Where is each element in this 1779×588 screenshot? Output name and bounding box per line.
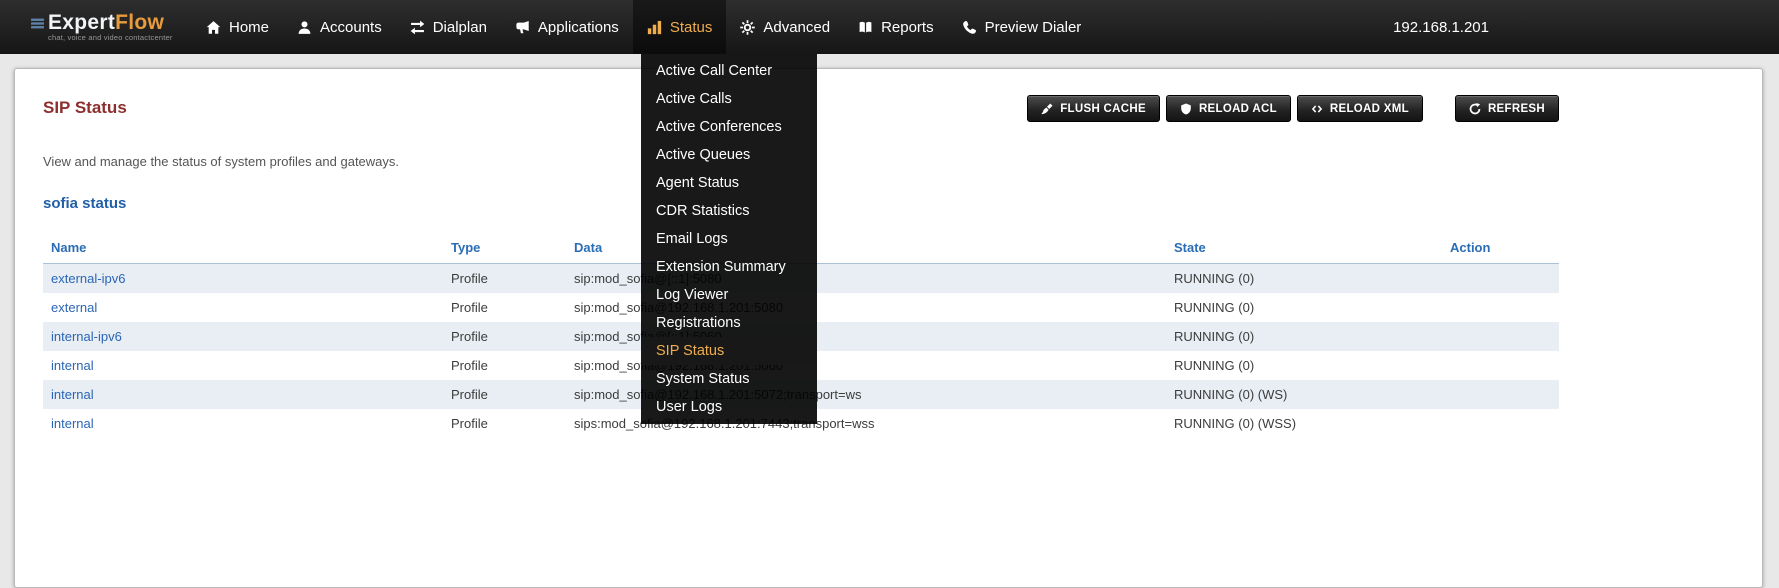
main-menu: Home Accounts Dialplan Applications Stat…	[192, 0, 1095, 54]
menu-item-registrations[interactable]: Registrations	[641, 309, 817, 337]
column-header-state: State	[1166, 232, 1442, 264]
nav-item-label: Status	[670, 19, 713, 36]
nav-item-reports[interactable]: Reports	[844, 0, 948, 54]
refresh-icon	[1469, 103, 1481, 115]
nav-item-label: Reports	[881, 19, 934, 36]
refresh-button[interactable]: REFRESH	[1455, 95, 1559, 122]
page-description: View and manage the status of system pro…	[43, 154, 1734, 169]
page-title: SIP Status	[43, 98, 127, 118]
column-header-name: Name	[43, 232, 443, 264]
reload-acl-button[interactable]: RELOAD ACL	[1166, 95, 1291, 122]
nav-item-accounts[interactable]: Accounts	[283, 0, 396, 54]
status-dropdown-menu: Active Call Center Active Calls Active C…	[641, 54, 817, 424]
menu-item-sip-status[interactable]: SIP Status	[641, 337, 817, 365]
menu-item-cdr-statistics[interactable]: CDR Statistics	[641, 197, 817, 225]
expertflow-logo[interactable]: ExpertFlow chat, voice and video contact…	[30, 12, 192, 42]
type-cell: Profile	[443, 293, 566, 322]
menu-item-active-calls[interactable]: Active Calls	[641, 85, 817, 113]
nav-item-home[interactable]: Home	[192, 0, 283, 54]
section-title-sofia-status: sofia status	[43, 195, 1734, 212]
nav-item-label: Dialplan	[433, 19, 487, 36]
type-cell: Profile	[443, 380, 566, 409]
nav-item-label: Preview Dialer	[985, 19, 1082, 36]
nav-item-applications[interactable]: Applications	[501, 0, 633, 54]
column-header-type: Type	[443, 232, 566, 264]
flush-cache-icon	[1041, 103, 1053, 115]
reload-xml-button[interactable]: RELOAD XML	[1297, 95, 1423, 122]
state-cell: RUNNING (0)	[1166, 264, 1442, 294]
state-cell: RUNNING (0) (WS)	[1166, 380, 1442, 409]
profile-name-link[interactable]: external-ipv6	[43, 264, 443, 294]
menu-item-user-logs[interactable]: User Logs	[641, 393, 817, 421]
home-icon	[206, 20, 221, 35]
status-icon	[647, 20, 662, 35]
nav-item-label: Advanced	[763, 19, 830, 36]
logo-tagline: chat, voice and video contactcenter	[30, 33, 192, 42]
menu-item-system-status[interactable]: System Status	[641, 365, 817, 393]
menu-item-active-call-center[interactable]: Active Call Center	[641, 57, 817, 85]
nav-item-label: Applications	[538, 19, 619, 36]
menu-item-email-logs[interactable]: Email Logs	[641, 225, 817, 253]
action-cell	[1442, 380, 1559, 409]
reload-acl-shield-icon	[1180, 103, 1192, 115]
reports-book-icon	[858, 20, 873, 35]
nav-item-advanced[interactable]: Advanced	[726, 0, 844, 54]
content-panel: SIP Status FLUSH CACHE RELOAD ACL RELOAD…	[14, 68, 1763, 588]
profile-name-link[interactable]: internal-ipv6	[43, 322, 443, 351]
menu-item-agent-status[interactable]: Agent Status	[641, 169, 817, 197]
menu-item-extension-summary[interactable]: Extension Summary	[641, 253, 817, 281]
server-ip: 192.168.1.201	[1393, 19, 1489, 36]
type-cell: Profile	[443, 322, 566, 351]
nav-item-label: Home	[229, 19, 269, 36]
state-cell: RUNNING (0)	[1166, 322, 1442, 351]
reload-xml-code-icon	[1311, 103, 1323, 115]
nav-item-label: Accounts	[320, 19, 382, 36]
action-cell	[1442, 322, 1559, 351]
state-cell: RUNNING (0) (WSS)	[1166, 409, 1442, 438]
preview-dialer-phone-icon	[962, 20, 977, 35]
button-label: RELOAD XML	[1330, 103, 1409, 115]
menu-item-log-viewer[interactable]: Log Viewer	[641, 281, 817, 309]
logo-text-expert: Expert	[48, 11, 115, 34]
nav-item-status[interactable]: Status	[633, 0, 727, 54]
flush-cache-button[interactable]: FLUSH CACHE	[1027, 95, 1160, 122]
logo-bars-icon	[30, 16, 45, 31]
type-cell: Profile	[443, 409, 566, 438]
state-cell: RUNNING (0)	[1166, 293, 1442, 322]
action-cell	[1442, 351, 1559, 380]
action-cell	[1442, 264, 1559, 294]
action-cell	[1442, 293, 1559, 322]
button-label: REFRESH	[1488, 103, 1545, 115]
state-cell: RUNNING (0)	[1166, 351, 1442, 380]
column-header-action: Action	[1442, 232, 1559, 264]
button-label: FLUSH CACHE	[1060, 103, 1146, 115]
profile-name-link[interactable]: internal	[43, 380, 443, 409]
logo-text-flow: Flow	[115, 11, 164, 34]
menu-item-active-conferences[interactable]: Active Conferences	[641, 113, 817, 141]
nav-item-preview-dialer[interactable]: Preview Dialer	[948, 0, 1096, 54]
button-label: RELOAD ACL	[1199, 103, 1277, 115]
toolbar: FLUSH CACHE RELOAD ACL RELOAD XML REFRES…	[1027, 95, 1559, 122]
menu-item-active-queues[interactable]: Active Queues	[641, 141, 817, 169]
profile-name-link[interactable]: internal	[43, 409, 443, 438]
dialplan-icon	[410, 20, 425, 35]
accounts-icon	[297, 20, 312, 35]
type-cell: Profile	[443, 351, 566, 380]
top-navbar: ExpertFlow chat, voice and video contact…	[0, 0, 1779, 54]
action-cell	[1442, 409, 1559, 438]
nav-item-dialplan[interactable]: Dialplan	[396, 0, 501, 54]
applications-icon	[515, 20, 530, 35]
profile-name-link[interactable]: external	[43, 293, 443, 322]
type-cell: Profile	[443, 264, 566, 294]
profile-name-link[interactable]: internal	[43, 351, 443, 380]
advanced-gear-icon	[740, 20, 755, 35]
